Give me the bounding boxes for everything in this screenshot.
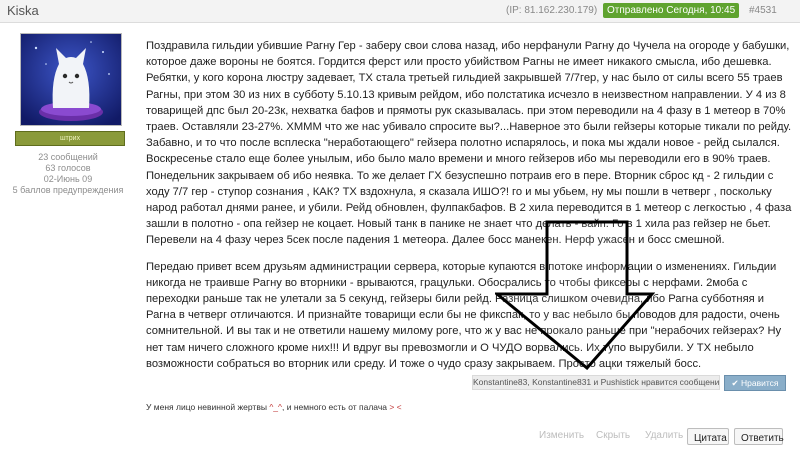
message-paragraph: Передаю привет всем друзьям администраци… — [146, 260, 782, 370]
signature-emote: ^_^ — [269, 402, 283, 412]
quote-button[interactable]: Цитата — [687, 428, 729, 445]
likes-summary: Konstantine83, Konstantine831 и Pushisti… — [472, 375, 720, 390]
user-join-date: 02-Июнь 09 — [43, 174, 93, 184]
user-votes-count: 63 голосов — [45, 163, 91, 173]
message-paragraph: Поздравила гильдии убившие Рагну Гер - з… — [146, 40, 792, 247]
user-signature: У меня лицо невинной жертвы ^_^, и немно… — [146, 402, 402, 412]
post-header: Kiska (IP: 81.162.230.179) Отправлено Се… — [0, 0, 800, 23]
user-warning-points: 5 баллов предупреждения — [12, 185, 124, 195]
hide-link[interactable]: Скрыть — [596, 430, 630, 441]
signature-text: У меня лицо невинной жертвы — [146, 402, 270, 412]
avatar[interactable] — [20, 33, 122, 126]
reply-button[interactable]: Ответить — [734, 428, 784, 445]
sent-time-badge: Отправлено Сегодня, 10:45 — [603, 3, 740, 18]
user-rank-badge: штрих — [15, 131, 125, 146]
edit-link[interactable]: Изменить — [539, 430, 584, 441]
author-name[interactable]: Kiska — [7, 3, 39, 18]
post-actions: Изменить Скрыть Удалить Цитата Ответить — [0, 426, 800, 449]
cat-avatar-image — [21, 34, 121, 125]
forum-post: Kiska (IP: 81.162.230.179) Отправлено Се… — [0, 0, 800, 449]
ip-address: (IP: 81.162.230.179) — [506, 5, 598, 16]
user-stats: 23 сообщений 63 голосов 02-Июнь 09 5 бал… — [0, 152, 136, 196]
user-posts-count: 23 сообщений — [38, 152, 98, 162]
post-number-link[interactable]: #4531 — [749, 5, 777, 16]
delete-link[interactable]: Удалить — [645, 430, 683, 441]
message-body: Поздравила гильдии убившие Рагну Гер - з… — [146, 38, 796, 382]
signature-text-2: , и немного есть от палача — [282, 402, 390, 412]
signature-emote-2: > < — [389, 402, 402, 412]
like-button[interactable]: ✔ Нравится — [724, 375, 786, 391]
